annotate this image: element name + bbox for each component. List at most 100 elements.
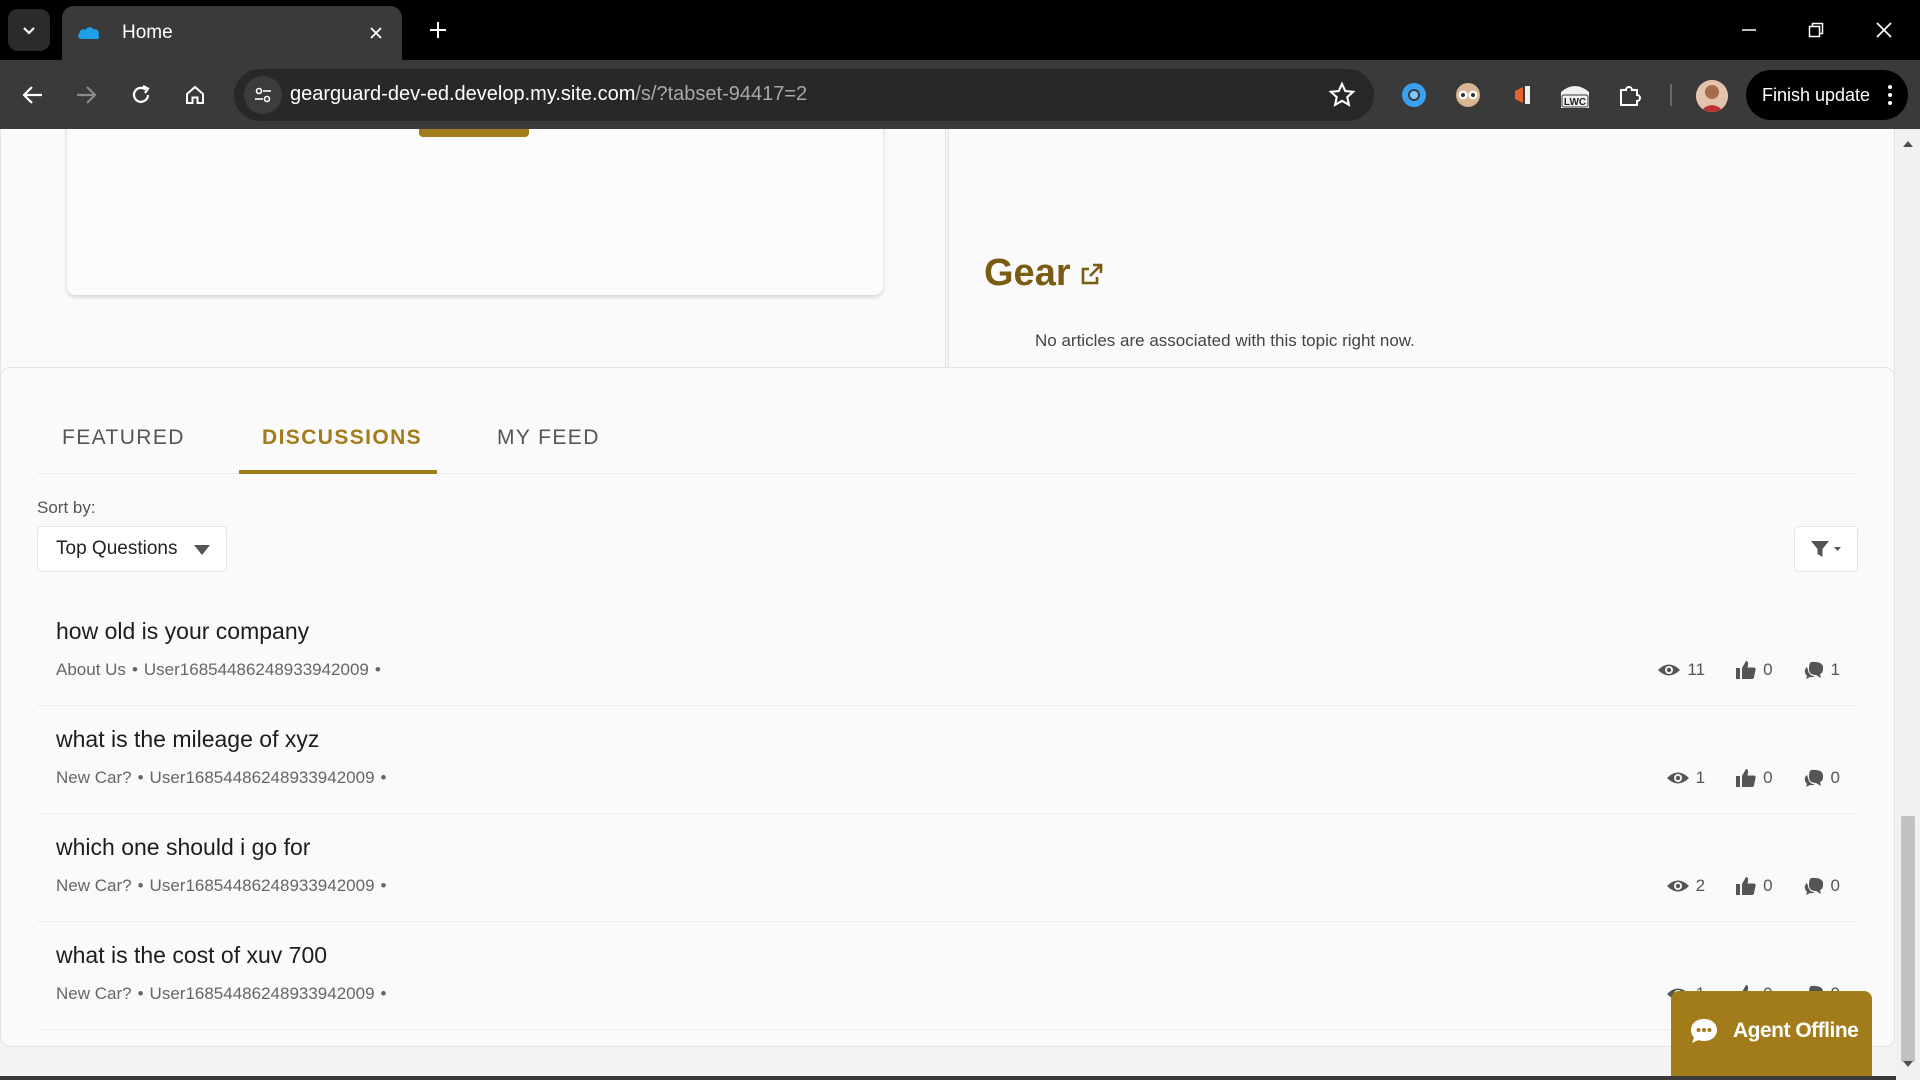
browser-tab-home[interactable]: Home [62, 6, 402, 60]
minimize-window-button[interactable] [1731, 12, 1767, 48]
question-meta: New Car? • User16854486248933942009 • [56, 984, 387, 1003]
like-count: 0 [1735, 660, 1773, 680]
sort-dropdown[interactable]: Top Questions [37, 526, 227, 572]
tab-search-button[interactable] [8, 9, 50, 51]
url-path: /s/?tabset-94417=2 [635, 83, 808, 105]
lwc-icon[interactable]: LWC [1557, 77, 1593, 113]
chromium-icon[interactable] [1396, 77, 1432, 113]
salesforce-cloud-icon [78, 27, 100, 40]
question-meta: New Car? • User16854486248933942009 • [56, 768, 387, 787]
url-host: gearguard-dev-ed.develop.my.site.com [290, 83, 636, 105]
question-row[interactable]: which one should i go for New Car? • User1… [37, 814, 1858, 922]
puzzle-extensions-icon[interactable] [1612, 77, 1648, 113]
tune-icon [255, 87, 271, 103]
view-count-value: 1 [1695, 768, 1706, 787]
question-stats: 2 0 0 [1636, 876, 1840, 896]
question-topic[interactable]: New Car? [56, 984, 132, 1003]
page-scrollbar[interactable] [1896, 129, 1920, 1080]
like-count-value: 0 [1763, 768, 1773, 787]
submit-button[interactable]: Submit [419, 129, 529, 137]
agent-offline-label: Agent Offline [1733, 1019, 1859, 1042]
new-tab-button[interactable] [422, 14, 454, 46]
feed-card: FEATURED DISCUSSIONS MY FEED Sort by: To… [0, 367, 1895, 1047]
close-window-button[interactable] [1866, 12, 1902, 48]
more-vert-icon [1888, 85, 1892, 105]
view-count-value: 11 [1687, 660, 1706, 679]
external-link-icon [1081, 263, 1102, 284]
close-icon [1876, 22, 1892, 38]
tab-discussions[interactable]: DISCUSSIONS [262, 426, 422, 450]
scroll-up-arrow-icon[interactable] [1903, 141, 1913, 147]
restore-icon [1808, 22, 1824, 38]
question-topic[interactable]: About Us [56, 660, 126, 679]
back-button[interactable] [13, 75, 53, 115]
finish-update-button[interactable]: Finish update [1746, 70, 1908, 120]
topic-title-link[interactable]: Gear [984, 252, 1105, 295]
question-title[interactable]: which one should i go for [56, 834, 310, 861]
site-info-button[interactable] [244, 76, 282, 114]
scroll-down-arrow-icon[interactable] [1903, 1061, 1913, 1067]
filter-button[interactable] [1794, 526, 1858, 572]
comments-icon [1804, 769, 1823, 787]
minimize-icon [1742, 29, 1756, 31]
browser-toolbar: gearguard-dev-ed.develop.my.site.com/s/?… [0, 60, 1920, 129]
tab-my-feed[interactable]: MY FEED [497, 426, 600, 450]
close-tab-icon[interactable] [364, 21, 388, 45]
eye-icon [1666, 880, 1689, 892]
like-count-value: 0 [1763, 876, 1773, 895]
caret-down-icon [194, 545, 210, 555]
plus-icon [430, 22, 446, 38]
thumbs-up-icon [1736, 661, 1756, 679]
topic-title: Gear [984, 252, 1071, 294]
restore-window-button[interactable] [1798, 12, 1834, 48]
profile-avatar[interactable] [1696, 80, 1728, 112]
forward-button[interactable] [66, 75, 106, 115]
question-author[interactable]: User16854486248933942009 [144, 660, 369, 679]
question-row[interactable]: what is the cost of xuv 700 New Car? • Use… [37, 922, 1858, 1030]
question-author[interactable]: User16854486248933942009 [150, 768, 375, 787]
address-bar[interactable]: gearguard-dev-ed.develop.my.site.com/s/?… [234, 69, 1374, 121]
question-author[interactable]: User16854486248933942009 [150, 876, 375, 895]
bookmark-star-icon[interactable] [1328, 81, 1356, 109]
question-topic[interactable]: New Car? [56, 768, 132, 787]
reload-button[interactable] [121, 75, 161, 115]
like-count: 0 [1735, 876, 1773, 896]
thumbs-up-icon [1736, 769, 1756, 787]
question-row[interactable]: what is the mileage of xyz New Car? • User… [37, 706, 1858, 814]
eyes-extension-icon[interactable] [1450, 77, 1486, 113]
like-count-value: 0 [1763, 660, 1773, 679]
thumbs-up-icon [1736, 877, 1756, 895]
question-author[interactable]: User16854486248933942009 [150, 984, 375, 1003]
question-title[interactable]: what is the cost of xuv 700 [56, 942, 327, 969]
question-meta: New Car? • User16854486248933942009 • [56, 876, 387, 895]
sort-value: Top Questions [56, 538, 178, 559]
feed-tabs: FEATURED DISCUSSIONS MY FEED [37, 388, 1857, 474]
view-count-value: 2 [1695, 876, 1706, 895]
view-count: 11 [1657, 660, 1705, 680]
ask-question-form: Submit [67, 129, 883, 295]
agent-offline-chat-button[interactable]: Agent Offline [1671, 991, 1872, 1080]
sort-label: Sort by: [37, 498, 96, 517]
answer-count: 1 [1803, 660, 1840, 680]
tab-featured[interactable]: FEATURED [62, 426, 185, 450]
question-title[interactable]: what is the mileage of xyz [56, 726, 319, 753]
question-topic[interactable]: New Car? [56, 876, 132, 895]
comments-icon [1804, 877, 1823, 895]
toolbar-divider [1670, 84, 1672, 106]
question-stats: 11 0 1 [1627, 660, 1840, 680]
arrow-left-icon [22, 86, 42, 104]
arrow-right-icon [77, 86, 97, 104]
answer-count: 0 [1803, 768, 1840, 788]
active-tab-indicator [239, 470, 437, 474]
tab-title: Home [122, 22, 173, 43]
window-bottom-border [0, 1076, 1896, 1080]
filter-icon [1811, 541, 1841, 557]
question-title[interactable]: how old is your company [56, 618, 309, 645]
salesforce-inspector-icon[interactable] [1505, 77, 1541, 113]
home-button[interactable] [175, 75, 215, 115]
page-viewport: Submit Gear No articles are associated w… [0, 129, 1920, 1080]
scroll-thumb[interactable] [1901, 816, 1915, 1062]
home-icon [186, 85, 204, 104]
question-meta: About Us • User16854486248933942009 • [56, 660, 381, 679]
question-row[interactable]: how old is your company About Us • User168… [37, 598, 1858, 706]
